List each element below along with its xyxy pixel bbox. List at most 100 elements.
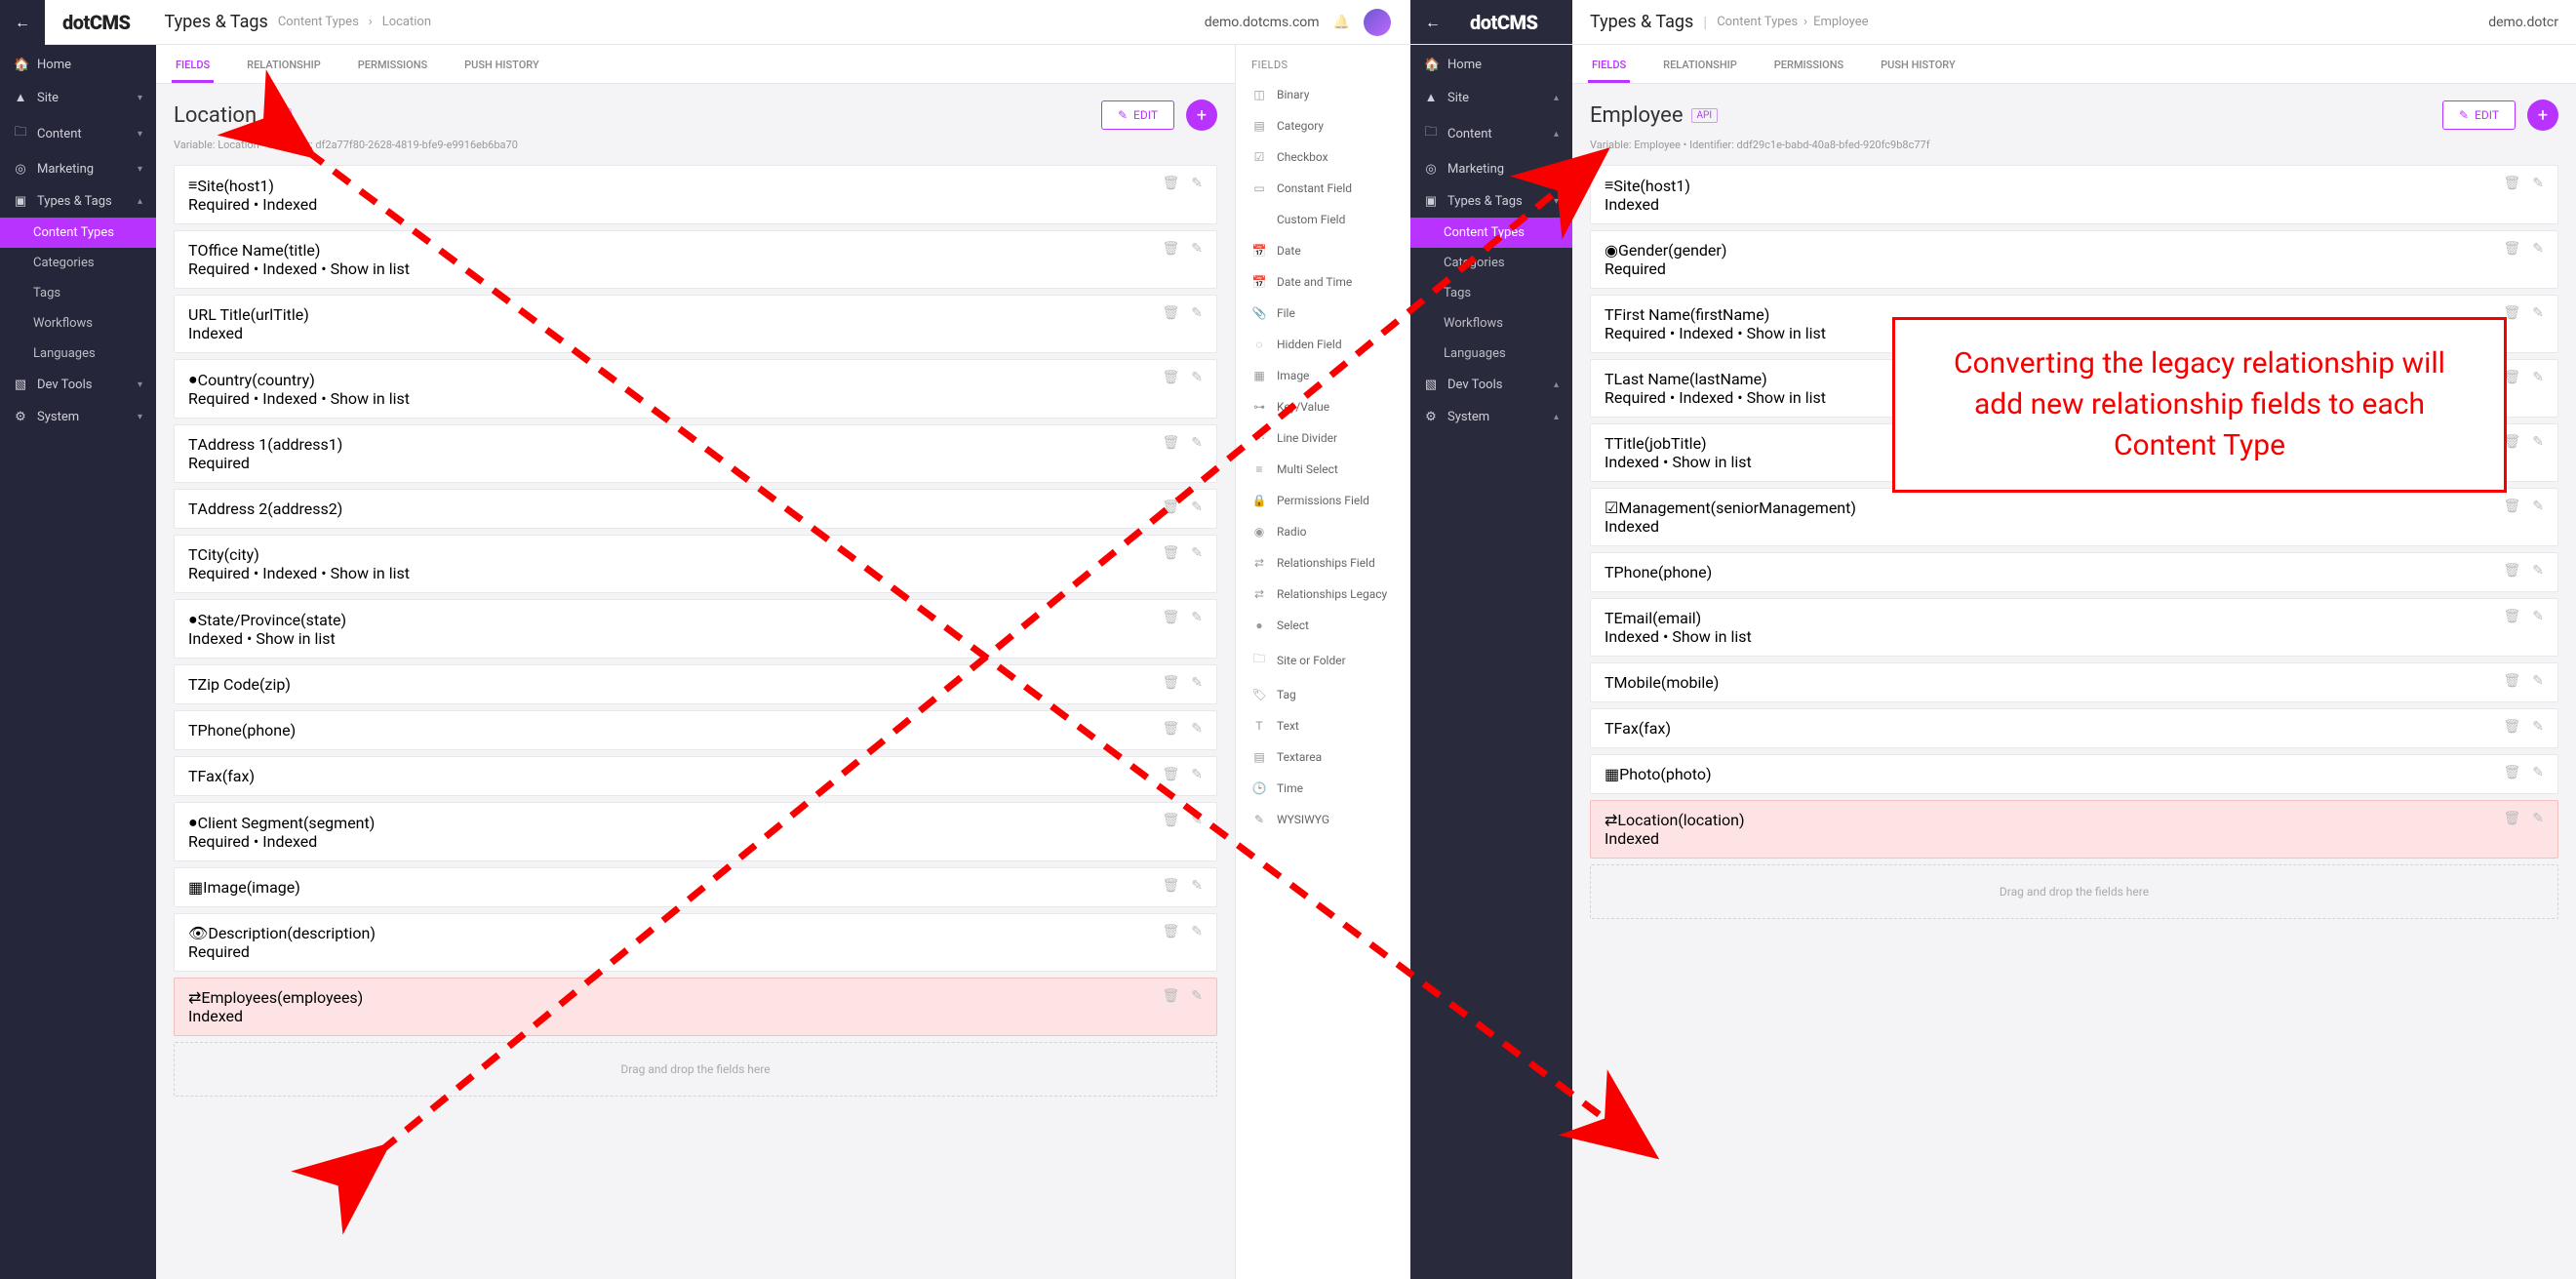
delete-icon[interactable]: 🗑: [2503, 499, 2520, 514]
palette-item[interactable]: 📅Date and Time: [1236, 266, 1410, 298]
edit-pencil-icon[interactable]: ✎: [1191, 924, 1203, 939]
nav-workflows[interactable]: Workflows: [1410, 308, 1572, 339]
palette-item[interactable]: 🗀Site or Folder: [1236, 641, 1410, 679]
edit-pencil-icon[interactable]: ✎: [1191, 813, 1203, 828]
nav-types-tags[interactable]: ▣Types & Tags▾: [1410, 185, 1572, 218]
field-row[interactable]: URL Title(urlTitle)Indexed🗑✎: [174, 295, 1217, 353]
field-row[interactable]: ⇄Employees(employees)Indexed🗑✎: [174, 978, 1217, 1036]
edit-pencil-icon[interactable]: ✎: [2532, 305, 2544, 321]
crumb-section[interactable]: Types & Tags: [1590, 12, 1693, 32]
edit-pencil-icon[interactable]: ✎: [1191, 545, 1203, 561]
palette-item[interactable]: ▤Category: [1236, 110, 1410, 141]
nav-system[interactable]: ⚙System▴: [1410, 401, 1572, 433]
field-row[interactable]: ●Country(country)Required • Indexed • Sh…: [174, 359, 1217, 419]
nav-categories[interactable]: Categories: [0, 248, 156, 278]
crumb-employee[interactable]: Employee: [1813, 15, 1868, 29]
tab-fields[interactable]: FIELDS: [172, 45, 214, 83]
field-row[interactable]: TCity(city)Required • Indexed • Show in …: [174, 535, 1217, 593]
nav-marketing[interactable]: ◎Marketing▴: [1410, 153, 1572, 185]
back-button[interactable]: ←: [0, 0, 45, 45]
tab-push-history[interactable]: PUSH HISTORY: [460, 45, 543, 83]
back-button[interactable]: ←: [1410, 13, 1455, 32]
palette-item[interactable]: ✎WYSIWYG: [1236, 804, 1410, 835]
tab-permissions[interactable]: PERMISSIONS: [354, 45, 431, 83]
edit-pencil-icon[interactable]: ✎: [2532, 673, 2544, 689]
field-row[interactable]: ●Client Segment(segment)Required • Index…: [174, 802, 1217, 861]
edit-pencil-icon[interactable]: ✎: [1191, 767, 1203, 782]
edit-pencil-icon[interactable]: ✎: [1191, 241, 1203, 257]
field-row[interactable]: ≡Site(host1)Required • Indexed🗑✎: [174, 165, 1217, 224]
edit-pencil-icon[interactable]: ✎: [2532, 434, 2544, 450]
palette-item[interactable]: ◌Hidden Field: [1236, 329, 1410, 360]
crumb-location[interactable]: Location: [382, 15, 431, 29]
edit-pencil-icon[interactable]: ✎: [1191, 610, 1203, 625]
field-row[interactable]: ●State/Province(state)Indexed • Show in …: [174, 599, 1217, 659]
edit-pencil-icon[interactable]: ✎: [1191, 500, 1203, 515]
edit-pencil-icon[interactable]: ✎: [2532, 176, 2544, 191]
bell-icon[interactable]: 🔔: [1333, 15, 1350, 30]
palette-item[interactable]: ⇄Relationships Field: [1236, 547, 1410, 579]
field-row[interactable]: ◉Gender(gender)Required🗑✎: [1590, 230, 2558, 289]
delete-icon[interactable]: 🗑: [2503, 765, 2520, 780]
nav-content[interactable]: 🗀Content▴: [1410, 114, 1572, 153]
field-row[interactable]: TAddress 2(address2)🗑✎: [174, 489, 1217, 529]
field-row[interactable]: TAddress 1(address1)Required🗑✎: [174, 424, 1217, 483]
crumb-section[interactable]: Types & Tags: [165, 12, 268, 32]
delete-icon[interactable]: 🗑: [1162, 813, 1179, 828]
edit-pencil-icon[interactable]: ✎: [2532, 499, 2544, 514]
edit-pencil-icon[interactable]: ✎: [1191, 435, 1203, 451]
field-row[interactable]: TFax(fax)🗑✎: [1590, 708, 2558, 748]
edit-pencil-icon[interactable]: ✎: [2532, 811, 2544, 826]
delete-icon[interactable]: 🗑: [1162, 545, 1179, 561]
palette-item[interactable]: 🏷Tag: [1236, 679, 1410, 710]
delete-icon[interactable]: 🗑: [2503, 673, 2520, 689]
nav-content-types[interactable]: Content Types: [0, 218, 156, 248]
palette-item[interactable]: 🕒Time: [1236, 773, 1410, 804]
delete-icon[interactable]: 🗑: [2503, 563, 2520, 579]
tab-permissions[interactable]: PERMISSIONS: [1770, 45, 1847, 83]
domain-label[interactable]: demo.dotcms.com: [1205, 15, 1320, 30]
edit-pencil-icon[interactable]: ✎: [1191, 721, 1203, 737]
delete-icon[interactable]: 🗑: [1162, 878, 1179, 894]
delete-icon[interactable]: 🗑: [1162, 767, 1179, 782]
add-button[interactable]: +: [1186, 100, 1217, 131]
nav-home[interactable]: 🏠Home: [0, 49, 156, 81]
nav-system[interactable]: ⚙System▾: [0, 401, 156, 433]
tab-relationship[interactable]: RELATIONSHIP: [243, 45, 325, 83]
edit-pencil-icon[interactable]: ✎: [2532, 609, 2544, 624]
nav-workflows[interactable]: Workflows: [0, 308, 156, 339]
nav-devtools[interactable]: ▧Dev Tools▴: [1410, 369, 1572, 401]
nav-content-types[interactable]: Content Types: [1410, 218, 1572, 248]
edit-pencil-icon[interactable]: ✎: [2532, 719, 2544, 735]
palette-item[interactable]: ●Select: [1236, 610, 1410, 641]
field-row[interactable]: TMobile(mobile)🗑✎: [1590, 662, 2558, 702]
field-row[interactable]: ▦Photo(photo)🗑✎: [1590, 754, 2558, 794]
field-row[interactable]: 👁Description(description)Required🗑✎: [174, 913, 1217, 972]
field-row[interactable]: TPhone(phone)🗑✎: [174, 710, 1217, 750]
api-badge[interactable]: API: [264, 108, 292, 123]
edit-pencil-icon[interactable]: ✎: [1191, 988, 1203, 1004]
edit-pencil-icon[interactable]: ✎: [1191, 675, 1203, 691]
delete-icon[interactable]: 🗑: [2503, 609, 2520, 624]
avatar[interactable]: [1364, 9, 1391, 36]
delete-icon[interactable]: 🗑: [1162, 924, 1179, 939]
tab-fields[interactable]: FIELDS: [1588, 45, 1630, 83]
field-row[interactable]: ⇄Location(location)Indexed🗑✎: [1590, 800, 2558, 859]
domain-label[interactable]: demo.dotcr: [2488, 15, 2558, 30]
nav-categories[interactable]: Categories: [1410, 248, 1572, 278]
edit-pencil-icon[interactable]: ✎: [2532, 563, 2544, 579]
edit-button[interactable]: ✎EDIT: [1101, 100, 1174, 130]
delete-icon[interactable]: 🗑: [1162, 610, 1179, 625]
edit-pencil-icon[interactable]: ✎: [2532, 370, 2544, 385]
palette-item[interactable]: ⇄Relationships Legacy: [1236, 579, 1410, 610]
palette-item[interactable]: ▤Textarea: [1236, 741, 1410, 773]
nav-types-tags[interactable]: ▣Types & Tags▴: [0, 185, 156, 218]
palette-item[interactable]: ☑Checkbox: [1236, 141, 1410, 173]
nav-marketing[interactable]: ◎Marketing▾: [0, 153, 156, 185]
api-badge[interactable]: API: [1691, 108, 1719, 123]
tab-relationship[interactable]: RELATIONSHIP: [1659, 45, 1741, 83]
delete-icon[interactable]: 🗑: [1162, 241, 1179, 257]
delete-icon[interactable]: 🗑: [1162, 988, 1179, 1004]
nav-site[interactable]: ▲Site▴: [1410, 81, 1572, 114]
field-row[interactable]: TEmail(email)Indexed • Show in list🗑✎: [1590, 598, 2558, 657]
